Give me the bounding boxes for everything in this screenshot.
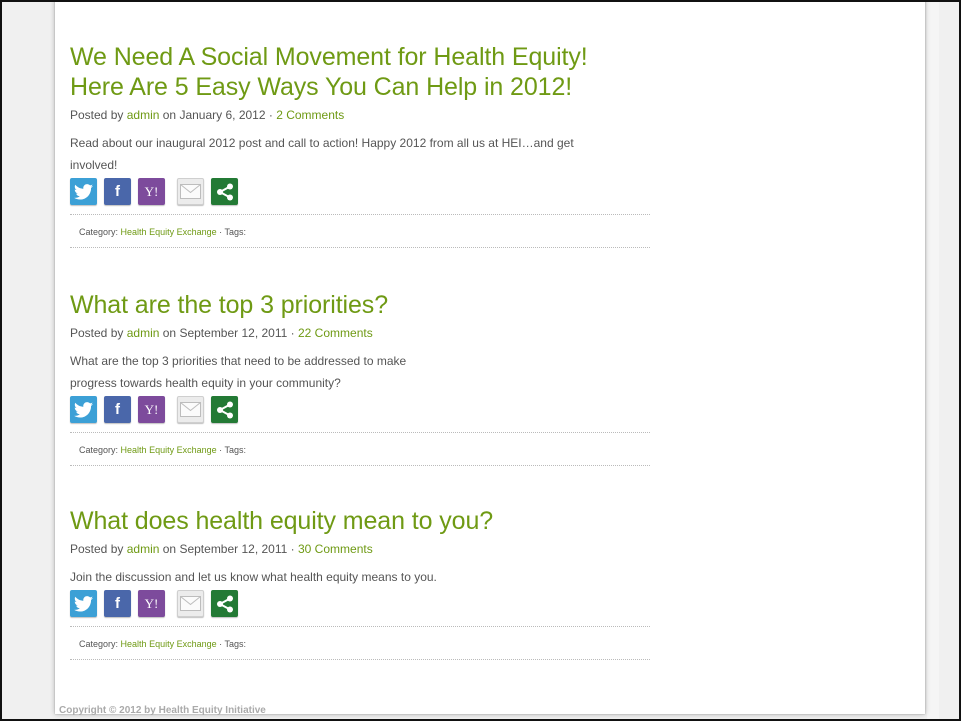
facebook-share-button[interactable]: f: [104, 396, 131, 423]
meta-separator: ·: [290, 326, 295, 340]
post-date: January 6, 2012: [179, 108, 266, 122]
category-label: Category:: [79, 639, 119, 649]
meta-separator: ·: [268, 108, 273, 122]
comments-link[interactable]: 22 Comments: [298, 326, 373, 340]
excerpt-line: What are the top 3 priorities that need …: [70, 354, 407, 368]
content-column: We Need A Social Movement for Health Equ…: [55, 2, 925, 716]
twitter-icon: [74, 595, 93, 612]
facebook-share-button[interactable]: f: [104, 178, 131, 205]
post-date: September 12, 2011: [179, 542, 288, 556]
post-excerpt: Read about our inaugural 2012 post and c…: [70, 132, 650, 176]
post-meta: Posted by admin on September 12, 2011 · …: [70, 541, 650, 557]
share-more-button[interactable]: [211, 590, 238, 617]
post-title-line[interactable]: Here Are 5 Easy Ways You Can Help in 201…: [70, 73, 572, 101]
category-label: Category:: [79, 445, 119, 455]
category-link[interactable]: Health Equity Exchange: [121, 227, 217, 237]
share-buttons: f Y!: [70, 396, 650, 424]
category-link[interactable]: Health Equity Exchange: [121, 639, 217, 649]
page-gutter: [927, 2, 939, 719]
share-more-button[interactable]: [211, 178, 238, 205]
share-icon: [216, 595, 233, 612]
excerpt-line: Read about our inaugural 2012 post and c…: [70, 136, 574, 150]
twitter-share-button[interactable]: [70, 178, 97, 205]
post-meta: Posted by admin on January 6, 2012 · 2 C…: [70, 107, 650, 123]
on-label: on: [162, 542, 177, 556]
blog-post: We Need A Social Movement for Health Equ…: [70, 42, 650, 248]
email-share-button[interactable]: [177, 178, 204, 205]
post-excerpt: Join the discussion and let us know what…: [70, 566, 650, 588]
post-title-line[interactable]: What are the top 3 priorities?: [70, 291, 388, 319]
twitter-icon: [74, 183, 93, 200]
category-label: Category:: [79, 227, 119, 237]
excerpt-line: progress towards health equity in your c…: [70, 376, 341, 390]
share-icon: [216, 401, 233, 418]
email-icon: [180, 596, 201, 611]
on-label: on: [162, 326, 177, 340]
share-buttons: f Y!: [70, 178, 650, 206]
post-date: September 12, 2011: [179, 326, 288, 340]
yahoo-icon: Y!: [144, 595, 159, 611]
yahoo-share-button[interactable]: Y!: [138, 590, 165, 617]
share-buttons: f Y!: [70, 590, 650, 618]
email-share-button[interactable]: [177, 590, 204, 617]
author-link[interactable]: admin: [127, 326, 160, 340]
facebook-icon: f: [115, 183, 120, 200]
blog-post: What does health equity mean to you? Pos…: [70, 506, 650, 660]
yahoo-icon: Y!: [144, 183, 159, 199]
post-category-bar: Category: Health Equity Exchange · Tags:: [70, 432, 650, 466]
facebook-icon: f: [115, 595, 120, 612]
post-excerpt: What are the top 3 priorities that need …: [70, 350, 650, 394]
tags-label: · Tags:: [219, 639, 246, 649]
yahoo-share-button[interactable]: Y!: [138, 178, 165, 205]
twitter-share-button[interactable]: [70, 590, 97, 617]
email-icon: [180, 184, 201, 199]
yahoo-icon: Y!: [144, 401, 159, 417]
meta-separator: ·: [290, 542, 295, 556]
post-category-bar: Category: Health Equity Exchange · Tags:: [70, 626, 650, 660]
tags-label: · Tags:: [219, 227, 246, 237]
excerpt-line: Join the discussion and let us know what…: [70, 570, 437, 584]
post-title[interactable]: What are the top 3 priorities?: [70, 290, 650, 320]
post-meta: Posted by admin on September 12, 2011 · …: [70, 325, 650, 341]
author-link[interactable]: admin: [127, 542, 160, 556]
post-title[interactable]: What does health equity mean to you?: [70, 506, 650, 536]
posted-by-label: Posted by: [70, 108, 124, 122]
post-title-line[interactable]: What does health equity mean to you?: [70, 507, 493, 535]
twitter-share-button[interactable]: [70, 396, 97, 423]
author-link[interactable]: admin: [127, 108, 160, 122]
email-share-button[interactable]: [177, 396, 204, 423]
share-icon: [216, 183, 233, 200]
email-icon: [180, 402, 201, 417]
browser-viewport: We Need A Social Movement for Health Equ…: [0, 0, 961, 721]
on-label: on: [162, 108, 177, 122]
post-category-bar: Category: Health Equity Exchange · Tags:: [70, 214, 650, 248]
share-more-button[interactable]: [211, 396, 238, 423]
post-title[interactable]: We Need A Social Movement for Health Equ…: [70, 42, 650, 102]
category-link[interactable]: Health Equity Exchange: [121, 445, 217, 455]
post-title-line[interactable]: We Need A Social Movement for Health Equ…: [70, 43, 588, 71]
blog-post: What are the top 3 priorities? Posted by…: [70, 290, 650, 466]
comments-link[interactable]: 2 Comments: [276, 108, 344, 122]
posted-by-label: Posted by: [70, 542, 124, 556]
excerpt-line: involved!: [70, 158, 118, 172]
comments-link[interactable]: 30 Comments: [298, 542, 373, 556]
posted-by-label: Posted by: [70, 326, 124, 340]
facebook-share-button[interactable]: f: [104, 590, 131, 617]
facebook-icon: f: [115, 401, 120, 418]
yahoo-share-button[interactable]: Y!: [138, 396, 165, 423]
copyright-text: Copyright © 2012 by Health Equity Initia…: [59, 705, 266, 716]
twitter-icon: [74, 401, 93, 418]
tags-label: · Tags:: [219, 445, 246, 455]
